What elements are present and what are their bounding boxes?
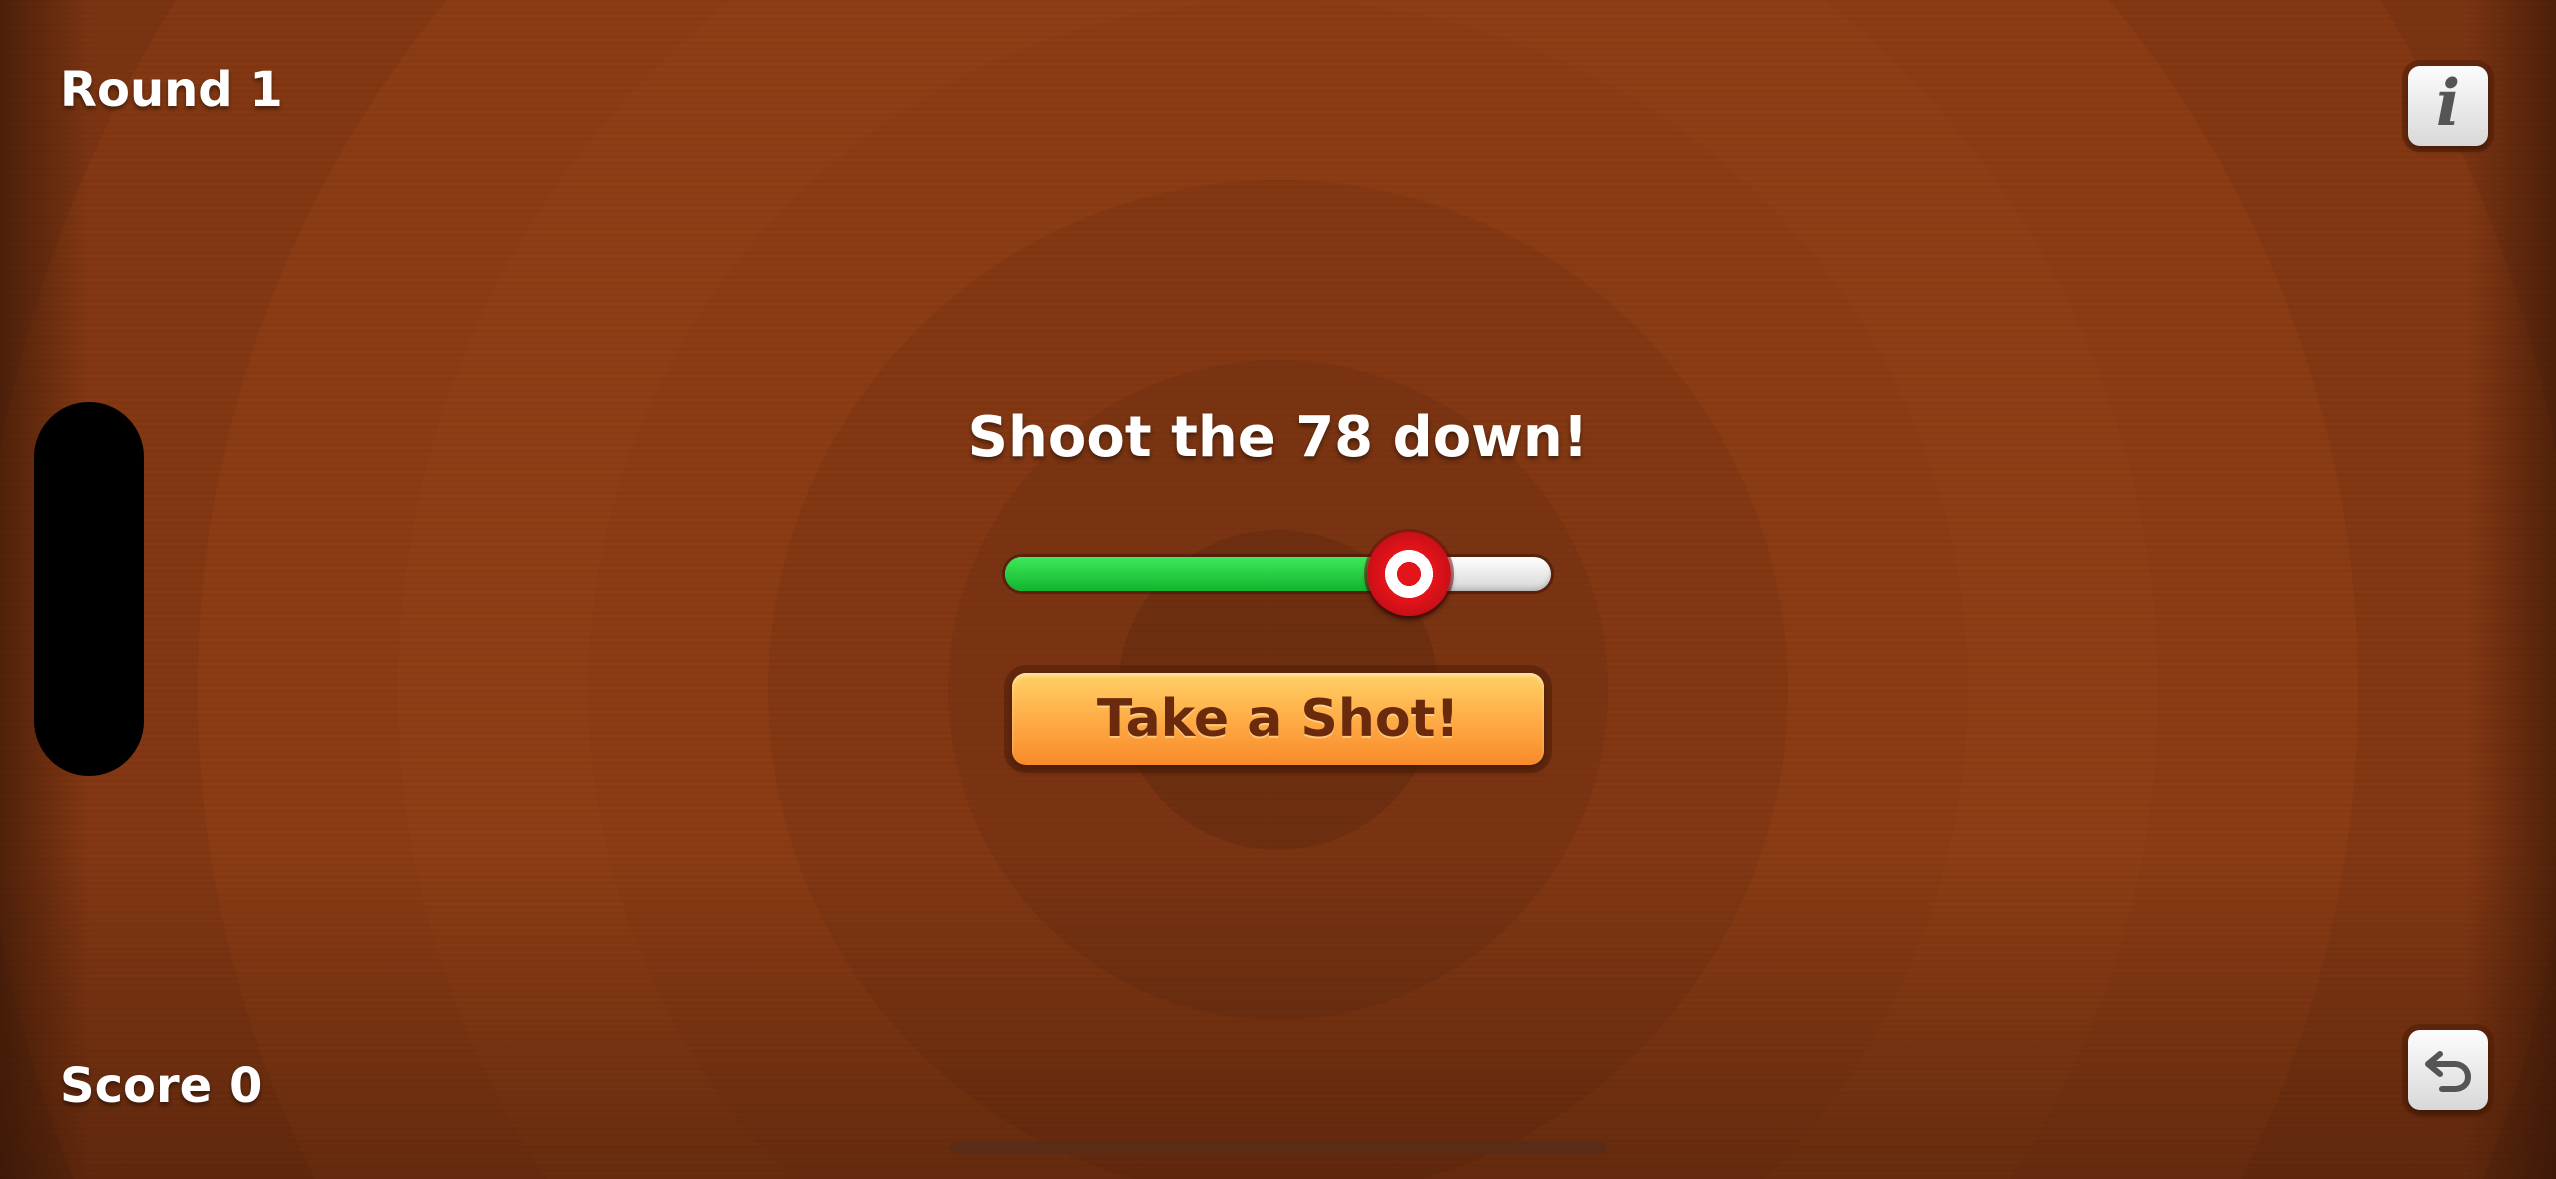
power-slider[interactable] [1005,532,1551,616]
bullseye-slider-thumb[interactable] [1367,532,1452,616]
info-button[interactable]: i [2408,66,2488,146]
slider-fill [1005,557,1410,591]
take-a-shot-button[interactable]: Take a Shot! [1012,673,1544,765]
round-label: Round 1 [60,62,283,118]
undo-arrow-icon [2425,1051,2471,1092]
info-icon: i [2435,66,2461,141]
take-a-shot-label: Take a Shot! [1096,689,1460,749]
prompt-text: Shoot the 78 down! [967,405,1589,470]
undo-button[interactable] [2408,1030,2488,1110]
home-indicator[interactable] [950,1142,1606,1154]
score-label: Score 0 [60,1058,263,1114]
